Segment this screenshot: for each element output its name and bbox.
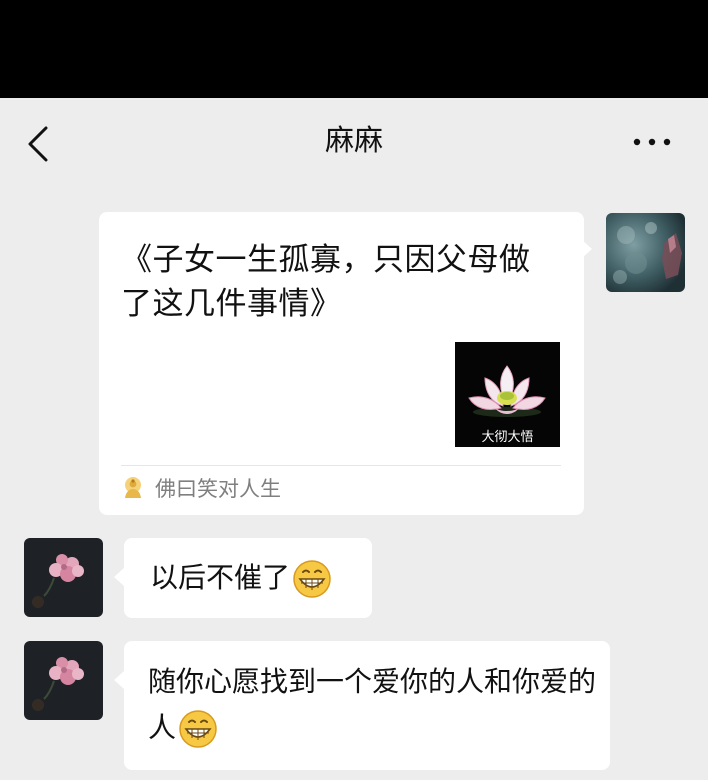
shared-article-card[interactable]: 《子女一生孤寡，只因父母做了这几件事情》 大彻大悟 佛曰笑对人生	[99, 212, 584, 515]
message-bubble[interactable]: 以后不催了	[114, 538, 372, 618]
card-tail	[582, 240, 592, 258]
message-bubble[interactable]: 随你心愿找到一个爱你的人和你爱的人	[114, 641, 610, 770]
message-content: 以后不催了	[150, 558, 332, 599]
source-name: 佛曰笑对人生	[155, 477, 281, 501]
buddha-icon	[125, 477, 141, 498]
grinning-face-icon	[293, 560, 331, 598]
status-bar	[0, 0, 708, 98]
message-content: 随你心愿找到一个爱你的人和你爱的人	[148, 659, 598, 751]
article-title: 《子女一生孤寡，只因父母做了这几件事情》	[121, 242, 531, 322]
card-divider	[121, 465, 561, 466]
grinning-face-icon	[179, 710, 217, 748]
contact-avatar[interactable]	[24, 641, 103, 720]
bubble-tail	[114, 568, 124, 586]
bubble-tail	[114, 671, 124, 689]
self-avatar[interactable]	[606, 213, 685, 292]
thumbnail-caption: 大彻大悟	[481, 430, 534, 445]
article-thumbnail: 大彻大悟	[455, 342, 560, 447]
contact-avatar[interactable]	[24, 538, 103, 617]
more-dots-icon[interactable]	[630, 128, 674, 156]
message-text: 以后不催了	[150, 561, 291, 594]
chat-title: 麻麻	[324, 123, 383, 157]
